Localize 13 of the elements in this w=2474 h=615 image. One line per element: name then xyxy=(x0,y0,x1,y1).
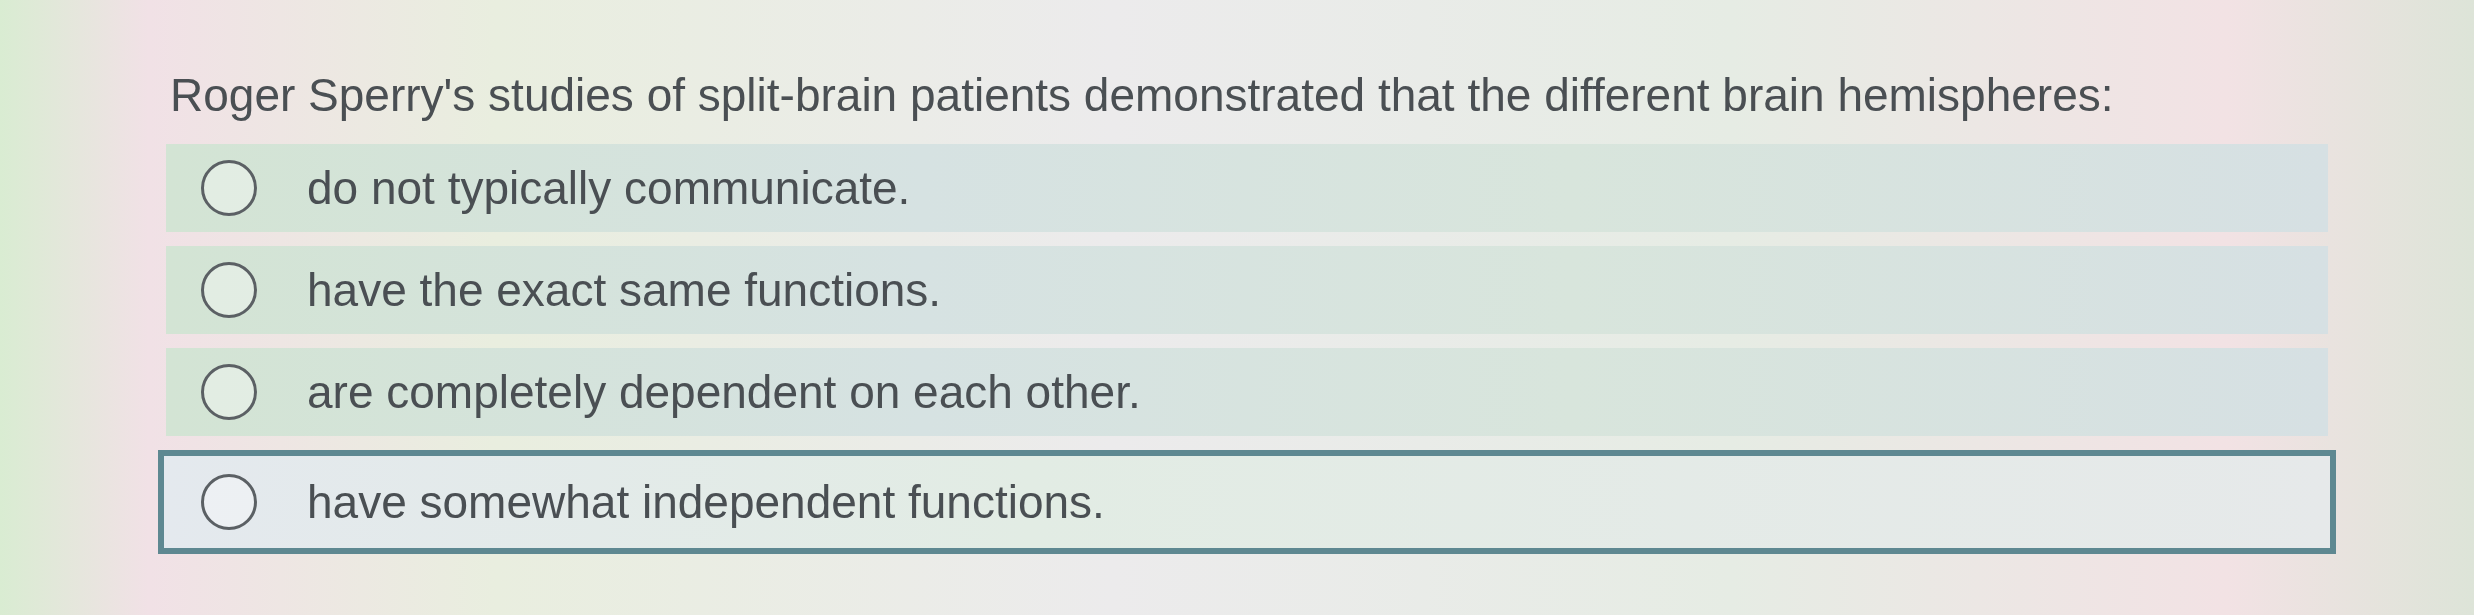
option-text: are completely dependent on each other. xyxy=(307,365,1141,419)
answer-option[interactable]: are completely dependent on each other. xyxy=(166,348,2328,436)
radio-button[interactable] xyxy=(201,160,257,216)
question-text: Roger Sperry's studies of split-brain patients demonstrated that the different brain hemispheres: xyxy=(170,68,2114,122)
radio-button[interactable] xyxy=(201,474,257,530)
radio-button[interactable] xyxy=(201,262,257,318)
option-text: have somewhat independent functions. xyxy=(307,475,1105,529)
option-text: do not typically communicate. xyxy=(307,161,911,215)
radio-button[interactable] xyxy=(201,364,257,420)
answer-option[interactable]: have the exact same functions. xyxy=(166,246,2328,334)
answer-option[interactable]: do not typically communicate. xyxy=(166,144,2328,232)
answer-option[interactable]: have somewhat independent functions. xyxy=(158,450,2336,554)
option-text: have the exact same functions. xyxy=(307,263,942,317)
